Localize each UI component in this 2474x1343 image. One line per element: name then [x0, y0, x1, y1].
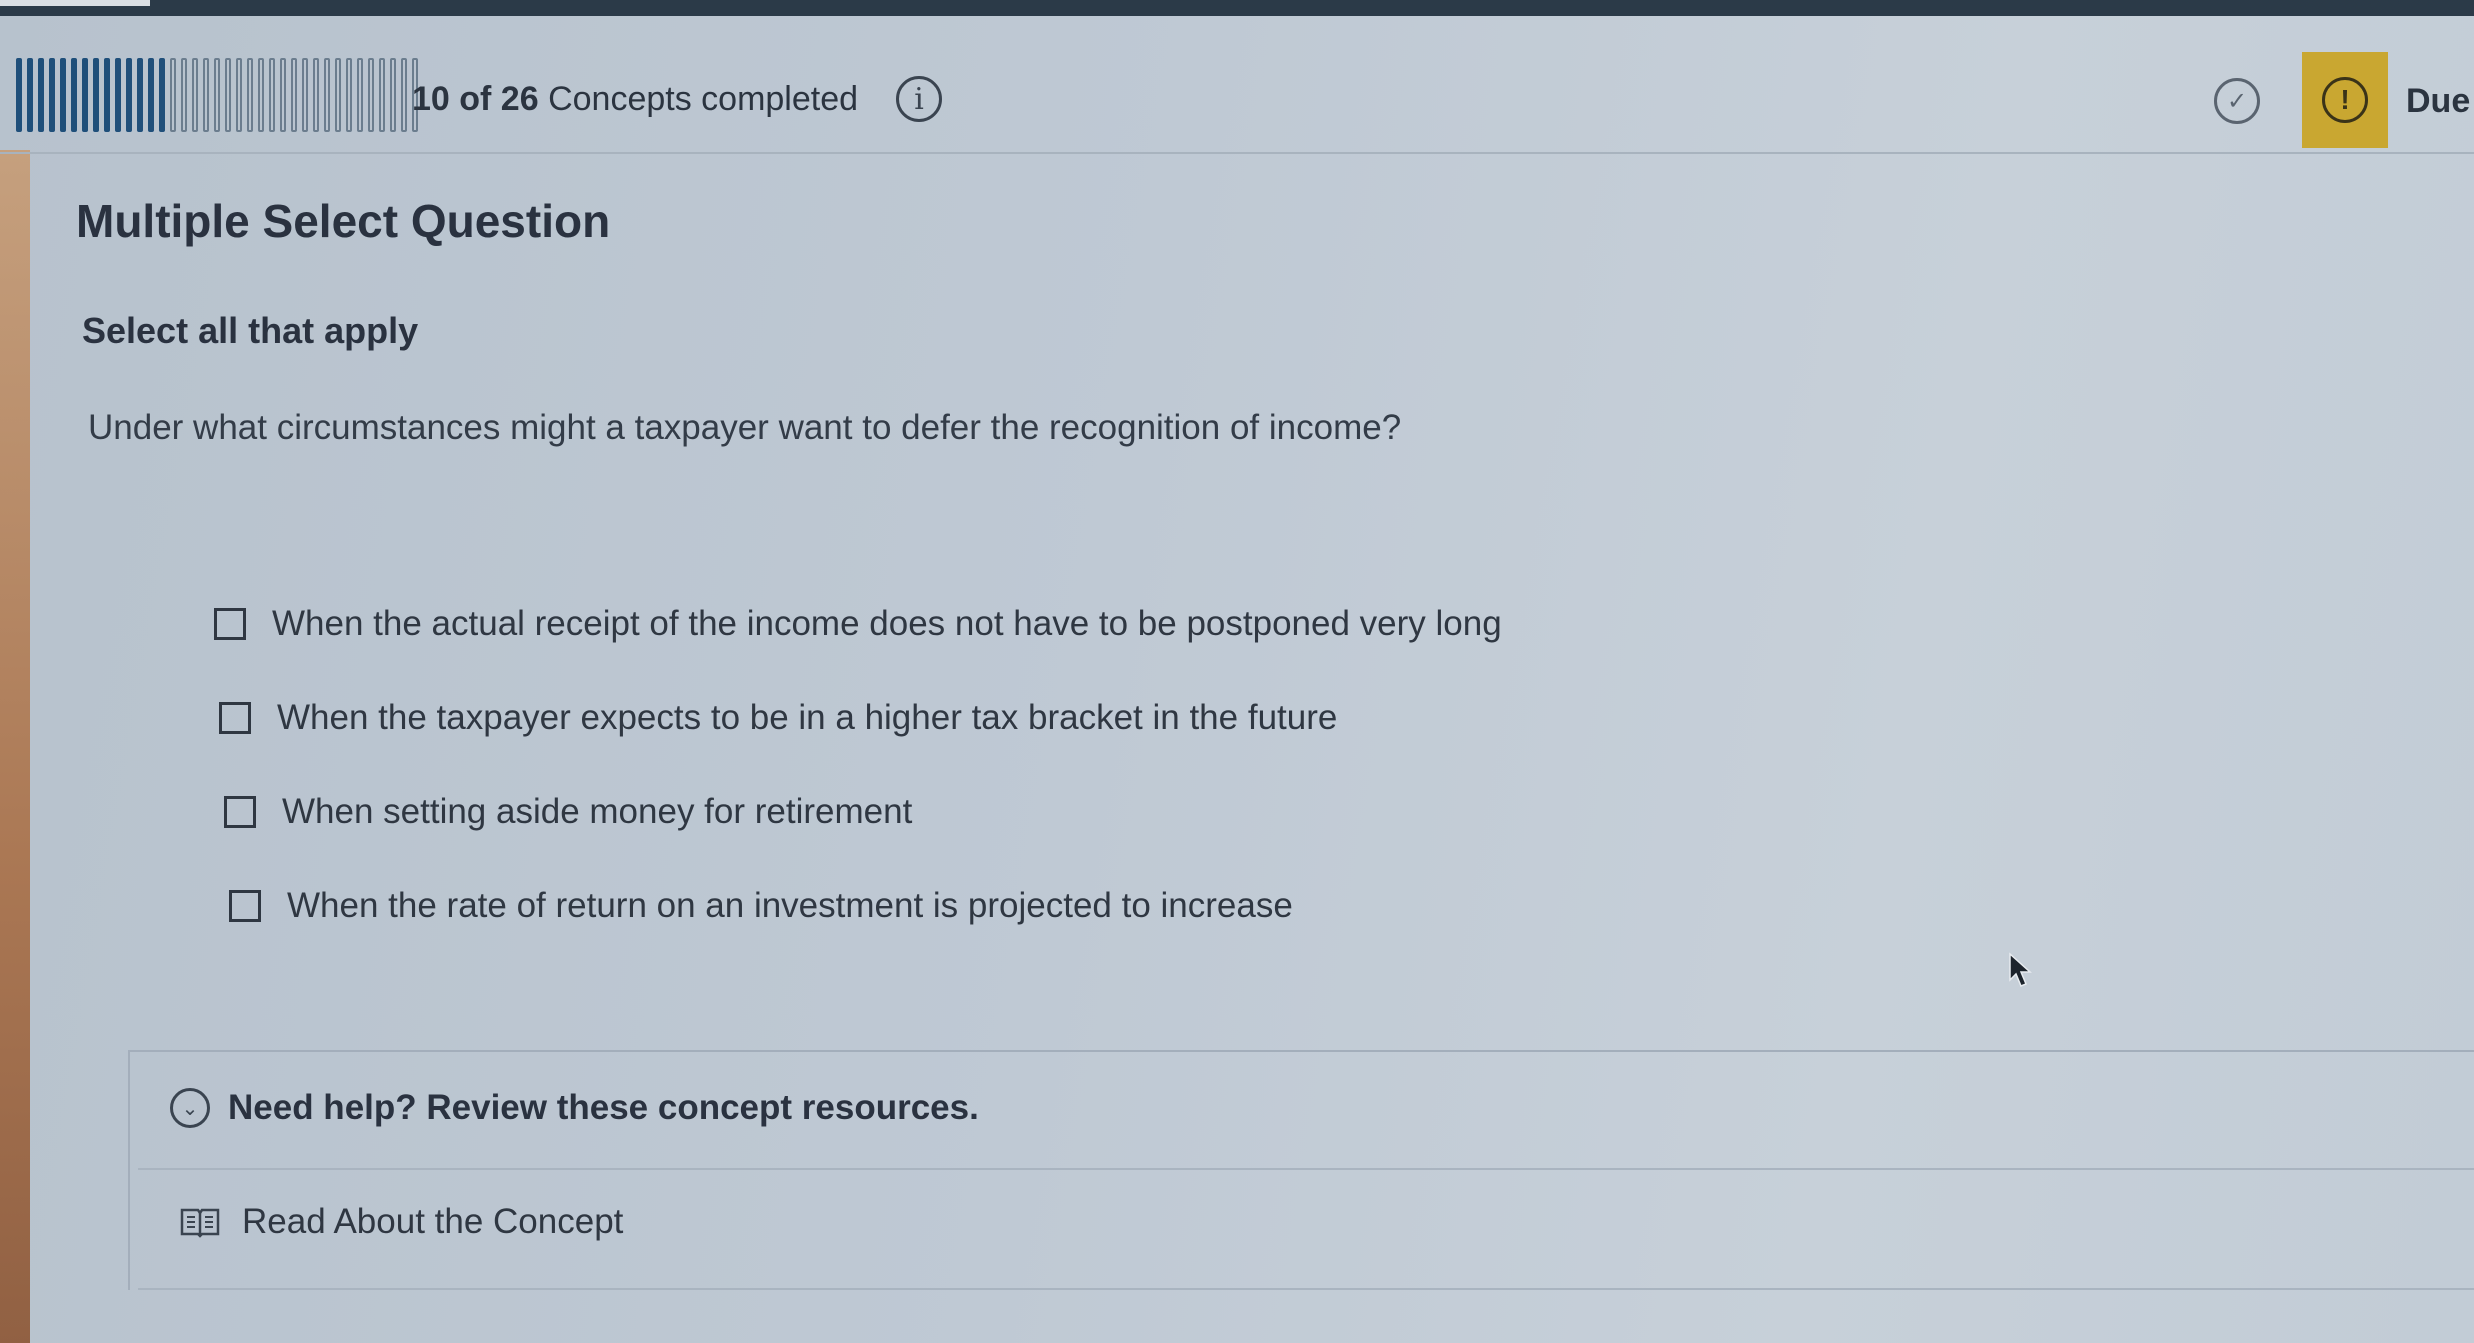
progress-segment: [269, 58, 275, 132]
checkbox[interactable]: [214, 608, 246, 640]
option-label: When the taxpayer expects to be in a hig…: [277, 698, 1338, 737]
progress-segment: [247, 58, 253, 132]
progress-segment: [346, 58, 352, 132]
progress-segment: [181, 58, 187, 132]
option-2[interactable]: When the taxpayer expects to be in a hig…: [219, 698, 1337, 738]
top-edge: [0, 0, 2474, 16]
question-type-title: Multiple Select Question: [76, 195, 611, 247]
header: 10 of 26 Concepts completed i ✓ ! Due: [0, 16, 2474, 154]
help-toggle-label: Need help? Review these concept resource…: [228, 1088, 979, 1127]
checkbox[interactable]: [224, 796, 256, 828]
progress-count: 10 of 26: [412, 80, 539, 118]
progress-segment: [192, 58, 198, 132]
left-edge: [0, 150, 30, 1343]
alert-button[interactable]: !: [2302, 52, 2388, 148]
progress-segment: [313, 58, 319, 132]
check-circle-icon[interactable]: ✓: [2214, 78, 2260, 124]
option-4[interactable]: When the rate of return on an investment…: [229, 886, 1293, 926]
progress-segment: [335, 58, 341, 132]
progress-segment: [16, 58, 22, 132]
mouse-cursor-icon: [2009, 952, 2032, 987]
instruction: Select all that apply: [82, 310, 419, 351]
progress-suffix: Concepts completed: [538, 80, 859, 118]
progress-segment: [357, 58, 363, 132]
progress-segment: [324, 58, 330, 132]
top-tab: [0, 0, 150, 6]
progress-segment: [60, 58, 66, 132]
divider: [138, 1168, 2474, 1170]
progress-segment: [82, 58, 88, 132]
progress-segment: [137, 58, 143, 132]
progress-segment: [49, 58, 55, 132]
question-prompt: Under what circumstances might a taxpaye…: [88, 408, 1402, 447]
option-1[interactable]: When the actual receipt of the income do…: [214, 604, 1502, 644]
progress-bar: [16, 58, 418, 132]
progress-segment: [214, 58, 220, 132]
progress-segment: [368, 58, 374, 132]
progress-segment: [291, 58, 297, 132]
progress-segment: [104, 58, 110, 132]
checkbox[interactable]: [229, 890, 261, 922]
option-label: When setting aside money for retirement: [282, 792, 913, 831]
progress-segment: [170, 58, 176, 132]
progress-segment: [38, 58, 44, 132]
progress-segment: [115, 58, 121, 132]
chevron-down-icon: ⌄: [170, 1088, 210, 1128]
progress-segment: [93, 58, 99, 132]
progress-segment: [27, 58, 33, 132]
progress-segment: [390, 58, 396, 132]
read-about-concept-label: Read About the Concept: [242, 1202, 624, 1241]
option-3[interactable]: When setting aside money for retirement: [224, 792, 912, 832]
due-label[interactable]: Due: [2406, 82, 2470, 121]
progress-segment: [71, 58, 77, 132]
checkbox[interactable]: [219, 702, 251, 734]
progress-segment: [379, 58, 385, 132]
help-toggle[interactable]: ⌄ Need help? Review these concept resour…: [170, 1088, 979, 1128]
progress-segment: [236, 58, 242, 132]
progress-segment: [203, 58, 209, 132]
help-panel: ⌄ Need help? Review these concept resour…: [128, 1050, 2474, 1290]
page: 10 of 26 Concepts completed i ✓ ! Due Mu…: [0, 0, 2474, 1343]
divider: [138, 1288, 2474, 1290]
option-label: When the actual receipt of the income do…: [272, 604, 1502, 643]
progress-segment: [126, 58, 132, 132]
progress-segment: [401, 58, 407, 132]
progress-segment: [302, 58, 308, 132]
progress-text: 10 of 26 Concepts completed: [412, 80, 858, 119]
option-label: When the rate of return on an investment…: [287, 886, 1293, 925]
alert-icon: !: [2322, 77, 2368, 123]
progress-segment: [159, 58, 165, 132]
progress-segment: [148, 58, 154, 132]
info-icon[interactable]: i: [896, 76, 942, 122]
progress-segment: [280, 58, 286, 132]
read-about-concept-link[interactable]: Read About the Concept: [180, 1202, 623, 1242]
progress-segment: [225, 58, 231, 132]
book-icon: [180, 1208, 220, 1238]
progress-segment: [258, 58, 264, 132]
